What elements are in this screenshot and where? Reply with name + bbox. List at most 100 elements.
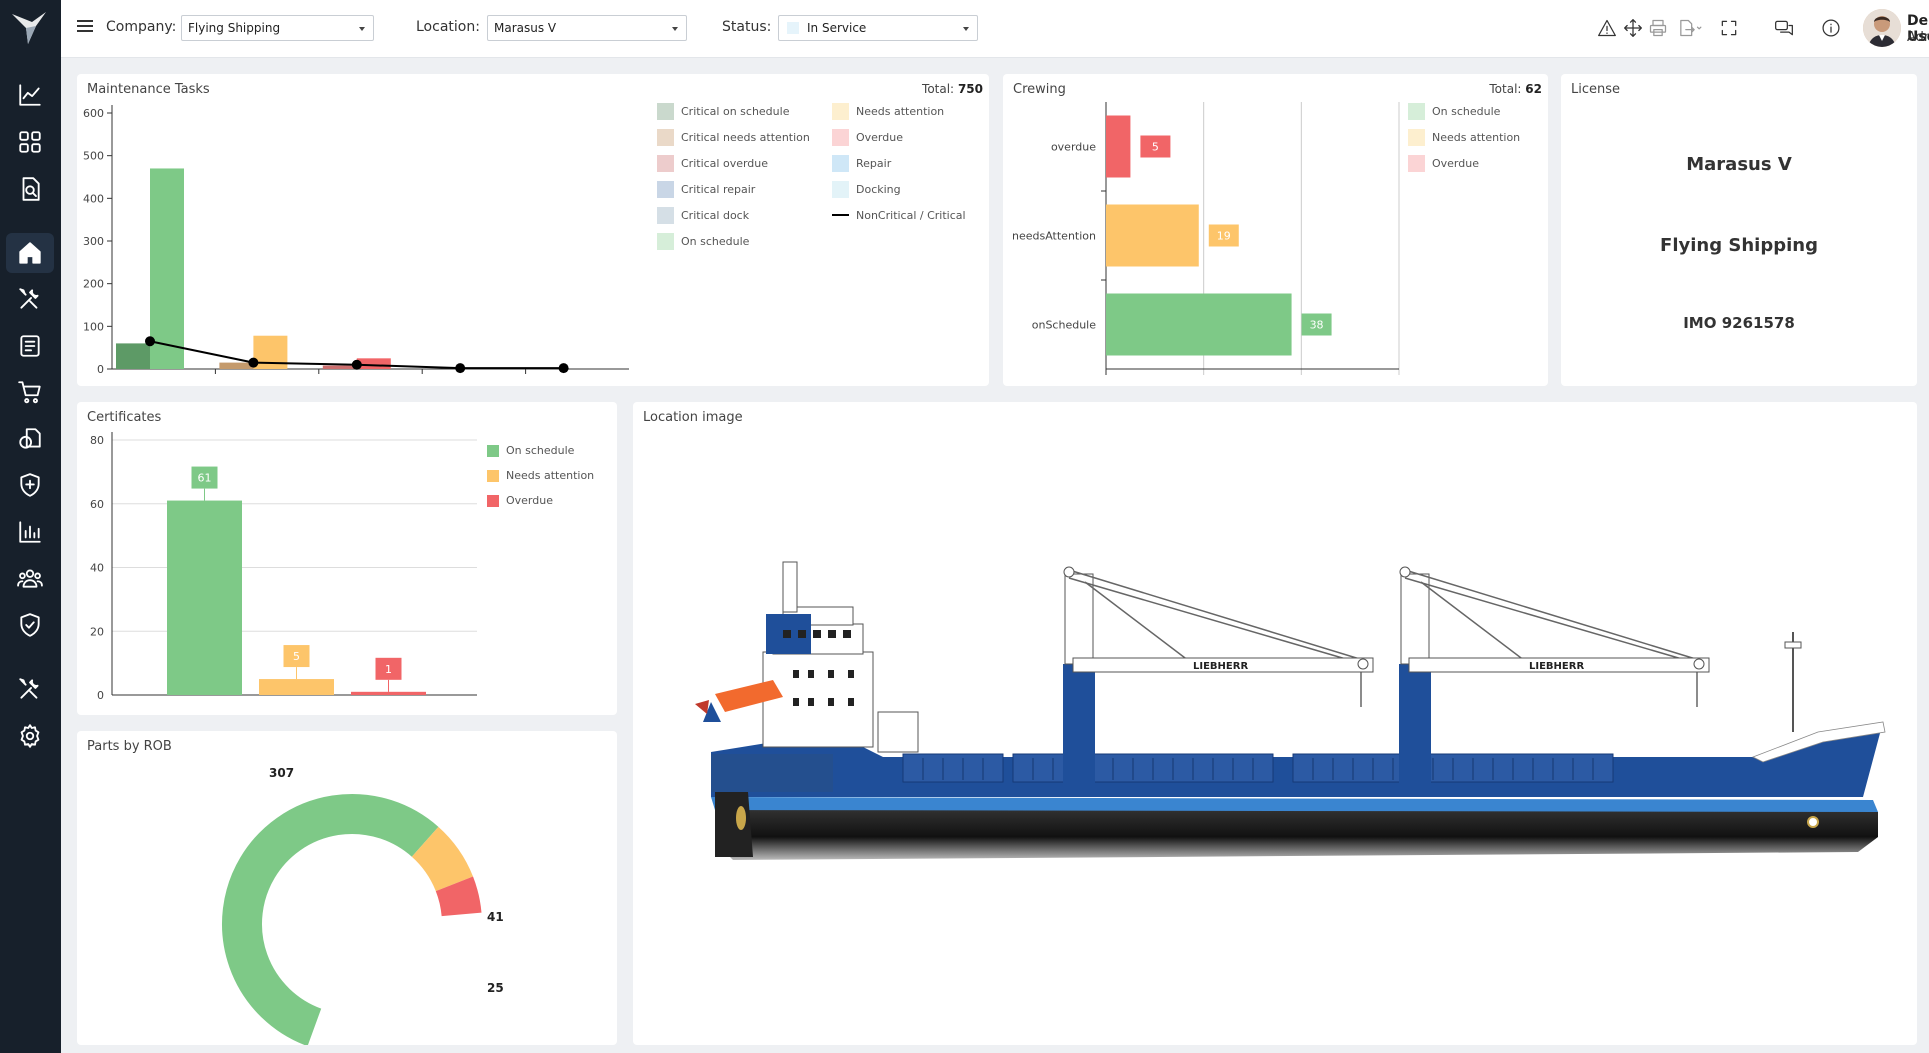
- legend-item[interactable]: Overdue: [832, 124, 966, 150]
- avatar[interactable]: [1863, 9, 1901, 47]
- legend-label: Needs attention: [506, 469, 595, 482]
- chevron-down-icon: [963, 27, 969, 31]
- y-tick-label: 20: [90, 625, 104, 638]
- bar: [167, 500, 242, 695]
- top-bar: Company: Flying Shipping Location: Maras…: [61, 0, 1929, 58]
- y-tick-label: 0: [97, 363, 104, 376]
- legend-swatch: [657, 180, 674, 198]
- home-icon: [19, 242, 41, 264]
- data-label: 61: [198, 472, 212, 485]
- legend-item[interactable]: Overdue: [487, 488, 594, 513]
- location-image-card: Location image LIEBHERR LIEBHERR: [633, 402, 1917, 1045]
- location-select[interactable]: Marasus V: [487, 15, 687, 41]
- reports-nav[interactable]: [6, 512, 54, 552]
- y-tick-label: 100: [83, 320, 104, 333]
- crewing-card: Crewing Total: 62 overdue 5 needsAttention…: [1003, 74, 1548, 386]
- crew-nav[interactable]: [6, 558, 54, 598]
- y-tick-label: 80: [90, 434, 104, 447]
- move-icon[interactable]: [1623, 18, 1643, 38]
- legend-item[interactable]: Needs attention: [487, 463, 594, 488]
- gauge-segment: [222, 794, 439, 1045]
- y-tick-label: 40: [90, 562, 104, 575]
- chart-line-icon: [19, 84, 41, 106]
- legend-label: Overdue: [506, 494, 553, 507]
- legend-swatch: [487, 469, 499, 482]
- legend-item[interactable]: Overdue: [1408, 150, 1520, 176]
- people-icon: [17, 569, 43, 588]
- print-icon[interactable]: [1648, 18, 1668, 38]
- legend-item[interactable]: On schedule: [657, 228, 810, 254]
- bar: [219, 362, 254, 369]
- modules-grid-nav[interactable]: [6, 122, 54, 162]
- company-logo[interactable]: [10, 10, 50, 46]
- dashboard-chart-nav[interactable]: [6, 75, 54, 115]
- legend-label: Docking: [856, 182, 901, 196]
- data-label: 5: [293, 650, 300, 663]
- total-label: Total:: [1489, 82, 1522, 96]
- legend-item[interactable]: Needs attention: [1408, 124, 1520, 150]
- documents-nav[interactable]: [6, 419, 54, 459]
- purchasing-nav[interactable]: [6, 372, 54, 412]
- safety-nav[interactable]: [6, 465, 54, 505]
- data-label: 307: [269, 766, 294, 780]
- gauge-segment: [435, 876, 482, 917]
- legend-item[interactable]: On schedule: [1408, 98, 1520, 124]
- data-label: 38: [1310, 319, 1324, 332]
- legend-swatch: [487, 494, 499, 507]
- legend-label: Critical on schedule: [681, 104, 790, 118]
- y-tick-label: 200: [83, 278, 104, 291]
- bar: [1106, 115, 1131, 178]
- certificates-legend: On schedule Needs attention Overdue: [487, 438, 594, 513]
- y-tick-label: 600: [83, 107, 104, 120]
- company-select[interactable]: Flying Shipping: [181, 15, 374, 41]
- legend-item[interactable]: Needs attention: [832, 98, 966, 124]
- checklist-icon: [20, 335, 40, 357]
- legend-item[interactable]: Repair: [832, 150, 966, 176]
- y-tick-label: 500: [83, 150, 104, 163]
- bar: [259, 679, 334, 695]
- compliance-nav[interactable]: [6, 605, 54, 645]
- settings-nav[interactable]: [6, 716, 54, 756]
- legend-label: Critical needs attention: [681, 130, 810, 144]
- legend-label: On schedule: [1432, 104, 1501, 118]
- legend-label: Needs attention: [856, 104, 945, 118]
- legend-swatch: [657, 154, 674, 172]
- legend-item[interactable]: Critical overdue: [657, 150, 810, 176]
- legend-item[interactable]: Critical dock: [657, 202, 810, 228]
- legend-item[interactable]: On schedule: [487, 438, 594, 463]
- chat-icon[interactable]: [1774, 18, 1794, 38]
- tools-nav[interactable]: [6, 669, 54, 709]
- tasks-nav[interactable]: [6, 326, 54, 366]
- legend-swatch: [657, 102, 674, 120]
- total-value: 62: [1525, 82, 1542, 96]
- status-select[interactable]: In Service: [778, 15, 978, 41]
- y-tick-label: 60: [90, 498, 104, 511]
- bar: [116, 343, 150, 369]
- y-tick-label: 0: [97, 689, 104, 702]
- sidebar: [0, 0, 61, 1053]
- maintenance-nav[interactable]: [6, 279, 54, 319]
- shield-plus-icon: [20, 473, 40, 497]
- export-icon[interactable]: [1675, 18, 1705, 38]
- legend-line: [832, 214, 849, 216]
- legend-item[interactable]: Docking: [832, 176, 966, 202]
- legend-item[interactable]: Critical repair: [657, 176, 810, 202]
- legend-item[interactable]: Critical needs attention: [657, 124, 810, 150]
- legend-item[interactable]: Critical on schedule: [657, 98, 810, 124]
- legend-label: Critical overdue: [681, 156, 769, 170]
- fullscreen-icon[interactable]: [1719, 18, 1739, 38]
- shield-check-icon: [20, 613, 40, 637]
- crane-brand-label: LIEBHERR: [1529, 661, 1584, 672]
- line-point: [558, 363, 569, 374]
- company-select-value: Flying Shipping: [188, 21, 281, 35]
- menu-toggle-icon[interactable]: [77, 20, 93, 36]
- legend-swatch: [657, 206, 674, 224]
- info-icon[interactable]: [1821, 18, 1841, 38]
- data-label: 19: [1217, 230, 1231, 243]
- chevron-down-icon: [672, 27, 678, 31]
- home-nav[interactable]: [6, 233, 54, 273]
- card-total: Total: 750: [922, 82, 983, 96]
- alert-icon[interactable]: [1597, 18, 1617, 38]
- legend-item[interactable]: NonCritical / Critical: [832, 202, 966, 228]
- document-search-nav[interactable]: [6, 169, 54, 209]
